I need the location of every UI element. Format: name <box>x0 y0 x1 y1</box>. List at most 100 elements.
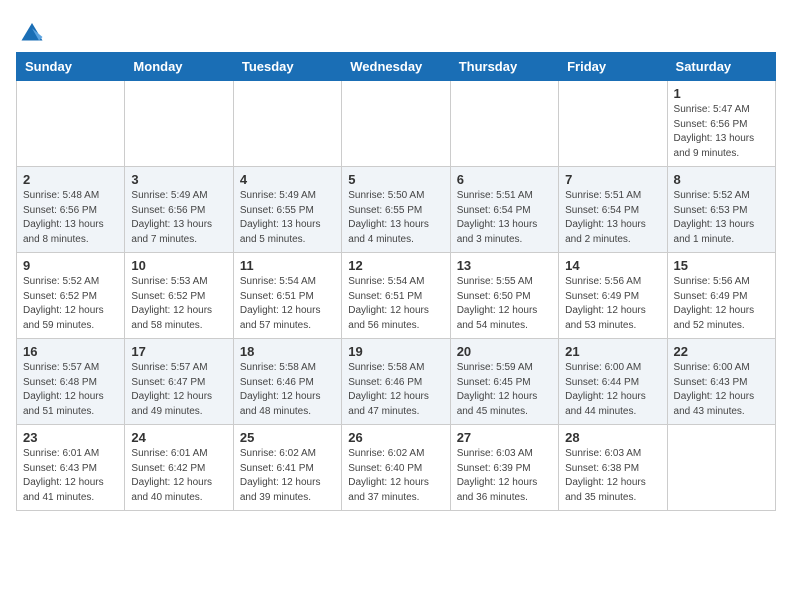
calendar-cell: 16 Sunrise: 5:57 AM Sunset: 6:48 PM Dayli… <box>17 339 125 425</box>
day-info: Sunrise: 5:56 AM Sunset: 6:49 PM Dayligh… <box>565 275 660 333</box>
weekday-header-monday: Monday <box>125 53 233 81</box>
calendar-cell: 28Sunrise: 6:03 AM Sunset: 6:38 PM Dayli… <box>559 425 667 511</box>
day-number: 11 <box>240 258 335 273</box>
week-row-3: 9 Sunrise: 5:52 AM Sunset: 6:52 PM Daylig… <box>17 253 776 339</box>
day-number: 5 <box>348 172 443 187</box>
day-number: 19 <box>348 344 443 359</box>
logo-icon <box>18 16 46 44</box>
calendar-table: SundayMondayTuesdayWednesdayThursdayFrid… <box>16 52 776 511</box>
day-number: 21 <box>565 344 660 359</box>
calendar-cell: 11 Sunrise: 5:54 AM Sunset: 6:51 PM Dayli… <box>233 253 341 339</box>
day-number: 14 <box>565 258 660 273</box>
day-number: 15 <box>674 258 769 273</box>
day-info: Sunrise: 5:52 AM Sunset: 6:53 PM Dayligh… <box>674 189 769 247</box>
day-number: 8 <box>674 172 769 187</box>
week-row-5: 23 Sunrise: 6:01 AM Sunset: 6:43 PM Dayli… <box>17 425 776 511</box>
day-number: 4 <box>240 172 335 187</box>
day-info: Sunrise: 5:54 AM Sunset: 6:51 PM Dayligh… <box>240 275 335 333</box>
day-number: 22 <box>674 344 769 359</box>
calendar-cell: 2Sunrise: 5:48 AM Sunset: 6:56 PM Daylig… <box>17 167 125 253</box>
day-number: 24 <box>131 430 226 445</box>
weekday-header-saturday: Saturday <box>667 53 775 81</box>
week-row-2: 2Sunrise: 5:48 AM Sunset: 6:56 PM Daylig… <box>17 167 776 253</box>
day-number: 27 <box>457 430 552 445</box>
day-info: Sunrise: 5:57 AM Sunset: 6:47 PM Dayligh… <box>131 361 226 419</box>
day-info: Sunrise: 5:49 AM Sunset: 6:56 PM Dayligh… <box>131 189 226 247</box>
weekday-header-friday: Friday <box>559 53 667 81</box>
weekday-header-row: SundayMondayTuesdayWednesdayThursdayFrid… <box>17 53 776 81</box>
calendar-cell: 10 Sunrise: 5:53 AM Sunset: 6:52 PM Dayli… <box>125 253 233 339</box>
day-number: 13 <box>457 258 552 273</box>
day-number: 25 <box>240 430 335 445</box>
calendar-cell: 3 Sunrise: 5:49 AM Sunset: 6:56 PM Daylig… <box>125 167 233 253</box>
day-info: Sunrise: 5:47 AM Sunset: 6:56 PM Dayligh… <box>674 103 769 161</box>
day-number: 9 <box>23 258 118 273</box>
calendar-cell: 21Sunrise: 6:00 AM Sunset: 6:44 PM Dayli… <box>559 339 667 425</box>
day-info: Sunrise: 6:01 AM Sunset: 6:43 PM Dayligh… <box>23 447 118 505</box>
calendar-cell: 7Sunrise: 5:51 AM Sunset: 6:54 PM Daylig… <box>559 167 667 253</box>
week-row-4: 16 Sunrise: 5:57 AM Sunset: 6:48 PM Dayli… <box>17 339 776 425</box>
day-info: Sunrise: 5:49 AM Sunset: 6:55 PM Dayligh… <box>240 189 335 247</box>
calendar-cell: 25 Sunrise: 6:02 AM Sunset: 6:41 PM Dayli… <box>233 425 341 511</box>
day-info: Sunrise: 5:58 AM Sunset: 6:46 PM Dayligh… <box>348 361 443 419</box>
calendar-cell: 13 Sunrise: 5:55 AM Sunset: 6:50 PM Dayli… <box>450 253 558 339</box>
calendar-cell: 6 Sunrise: 5:51 AM Sunset: 6:54 PM Daylig… <box>450 167 558 253</box>
week-row-1: 1 Sunrise: 5:47 AM Sunset: 6:56 PM Daylig… <box>17 81 776 167</box>
weekday-header-wednesday: Wednesday <box>342 53 450 81</box>
day-number: 23 <box>23 430 118 445</box>
day-number: 17 <box>131 344 226 359</box>
day-info: Sunrise: 5:50 AM Sunset: 6:55 PM Dayligh… <box>348 189 443 247</box>
calendar-cell: 26 Sunrise: 6:02 AM Sunset: 6:40 PM Dayli… <box>342 425 450 511</box>
calendar-cell: 4 Sunrise: 5:49 AM Sunset: 6:55 PM Daylig… <box>233 167 341 253</box>
calendar-cell: 8 Sunrise: 5:52 AM Sunset: 6:53 PM Daylig… <box>667 167 775 253</box>
day-info: Sunrise: 5:56 AM Sunset: 6:49 PM Dayligh… <box>674 275 769 333</box>
day-number: 18 <box>240 344 335 359</box>
day-number: 6 <box>457 172 552 187</box>
day-info: Sunrise: 5:55 AM Sunset: 6:50 PM Dayligh… <box>457 275 552 333</box>
day-info: Sunrise: 5:52 AM Sunset: 6:52 PM Dayligh… <box>23 275 118 333</box>
day-number: 7 <box>565 172 660 187</box>
calendar-cell <box>450 81 558 167</box>
page-header <box>16 16 776 40</box>
weekday-header-tuesday: Tuesday <box>233 53 341 81</box>
day-info: Sunrise: 5:51 AM Sunset: 6:54 PM Dayligh… <box>457 189 552 247</box>
weekday-header-sunday: Sunday <box>17 53 125 81</box>
calendar-cell: 20 Sunrise: 5:59 AM Sunset: 6:45 PM Dayli… <box>450 339 558 425</box>
day-info: Sunrise: 5:57 AM Sunset: 6:48 PM Dayligh… <box>23 361 118 419</box>
day-number: 16 <box>23 344 118 359</box>
calendar-cell: 12 Sunrise: 5:54 AM Sunset: 6:51 PM Dayli… <box>342 253 450 339</box>
day-info: Sunrise: 5:53 AM Sunset: 6:52 PM Dayligh… <box>131 275 226 333</box>
calendar-cell <box>17 81 125 167</box>
calendar-cell: 24 Sunrise: 6:01 AM Sunset: 6:42 PM Dayli… <box>125 425 233 511</box>
calendar-cell <box>667 425 775 511</box>
day-info: Sunrise: 5:59 AM Sunset: 6:45 PM Dayligh… <box>457 361 552 419</box>
day-info: Sunrise: 6:02 AM Sunset: 6:41 PM Dayligh… <box>240 447 335 505</box>
calendar-cell: 15 Sunrise: 5:56 AM Sunset: 6:49 PM Dayli… <box>667 253 775 339</box>
day-number: 12 <box>348 258 443 273</box>
calendar-cell: 27Sunrise: 6:03 AM Sunset: 6:39 PM Dayli… <box>450 425 558 511</box>
calendar-cell: 22 Sunrise: 6:00 AM Sunset: 6:43 PM Dayli… <box>667 339 775 425</box>
day-info: Sunrise: 5:58 AM Sunset: 6:46 PM Dayligh… <box>240 361 335 419</box>
day-number: 26 <box>348 430 443 445</box>
calendar-cell <box>559 81 667 167</box>
calendar-cell: 17 Sunrise: 5:57 AM Sunset: 6:47 PM Dayli… <box>125 339 233 425</box>
day-info: Sunrise: 6:01 AM Sunset: 6:42 PM Dayligh… <box>131 447 226 505</box>
calendar-cell <box>233 81 341 167</box>
day-info: Sunrise: 6:02 AM Sunset: 6:40 PM Dayligh… <box>348 447 443 505</box>
day-number: 10 <box>131 258 226 273</box>
weekday-header-thursday: Thursday <box>450 53 558 81</box>
calendar-cell <box>125 81 233 167</box>
day-number: 3 <box>131 172 226 187</box>
logo <box>16 16 46 40</box>
day-info: Sunrise: 6:00 AM Sunset: 6:43 PM Dayligh… <box>674 361 769 419</box>
calendar-cell: 23 Sunrise: 6:01 AM Sunset: 6:43 PM Dayli… <box>17 425 125 511</box>
calendar-cell: 1 Sunrise: 5:47 AM Sunset: 6:56 PM Daylig… <box>667 81 775 167</box>
day-info: Sunrise: 5:54 AM Sunset: 6:51 PM Dayligh… <box>348 275 443 333</box>
calendar-cell: 14 Sunrise: 5:56 AM Sunset: 6:49 PM Dayli… <box>559 253 667 339</box>
calendar-cell: 19 Sunrise: 5:58 AM Sunset: 6:46 PM Dayli… <box>342 339 450 425</box>
calendar-cell <box>342 81 450 167</box>
day-number: 20 <box>457 344 552 359</box>
calendar-cell: 9 Sunrise: 5:52 AM Sunset: 6:52 PM Daylig… <box>17 253 125 339</box>
day-info: Sunrise: 5:48 AM Sunset: 6:56 PM Dayligh… <box>23 189 118 247</box>
day-number: 1 <box>674 86 769 101</box>
